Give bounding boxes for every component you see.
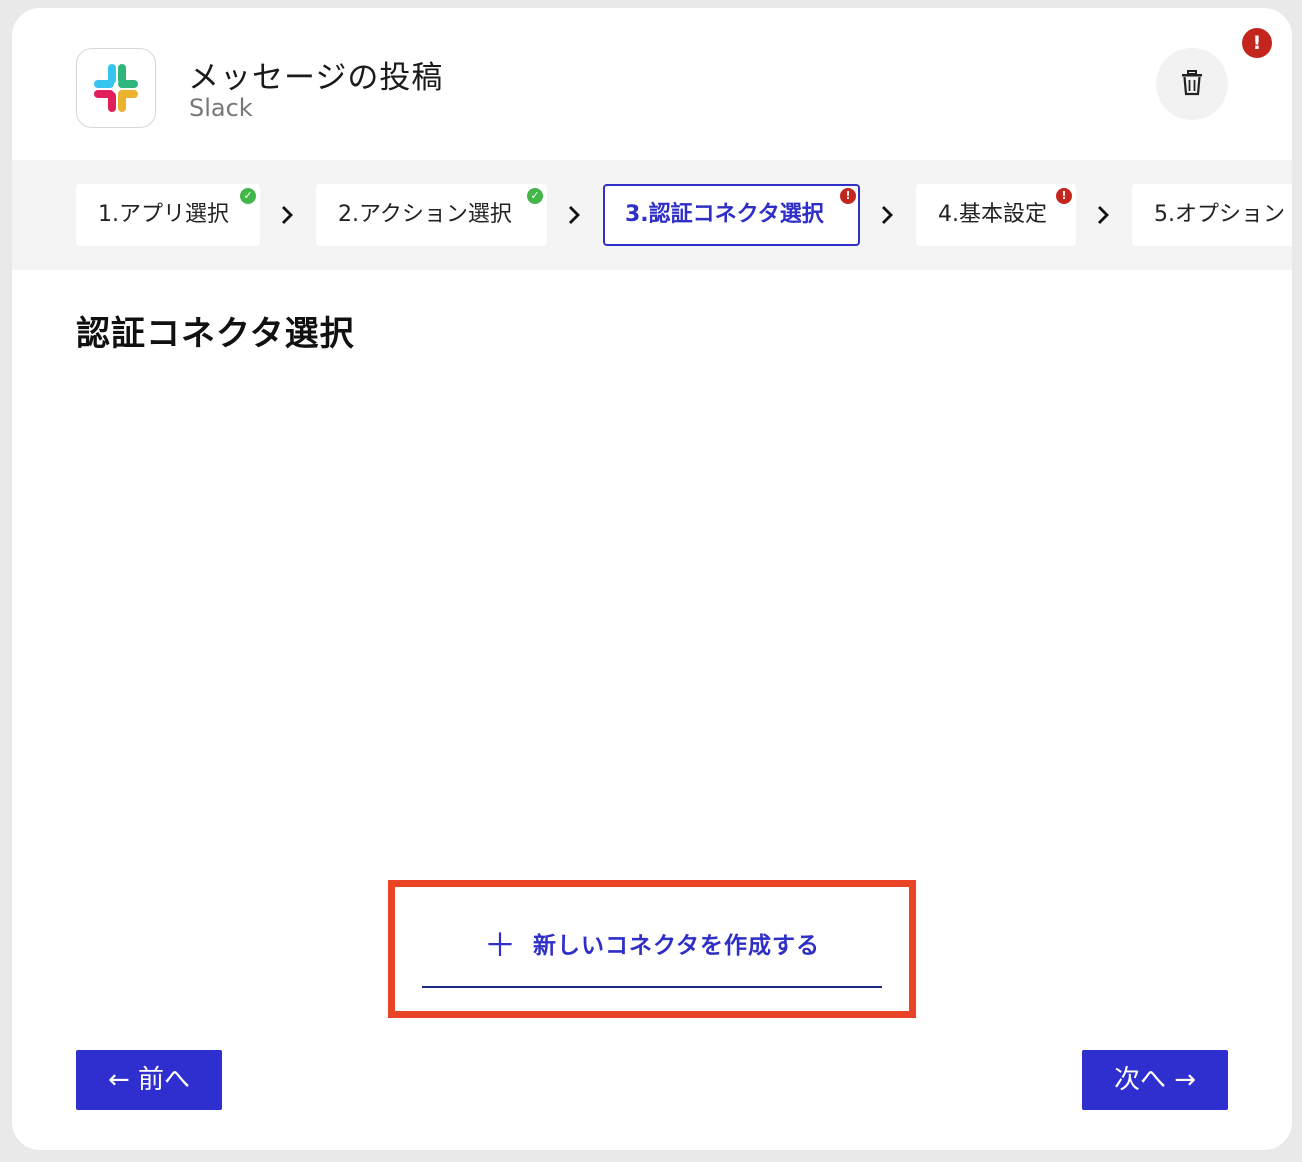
trash-icon	[1182, 70, 1202, 96]
step-label: 5.オプション	[1154, 202, 1285, 227]
error-alert-icon[interactable]: !	[1242, 28, 1272, 58]
create-connector-button[interactable]: ＋ 新しいコネクタを作成する	[422, 910, 882, 988]
chevron-right-icon	[1098, 206, 1109, 224]
step-action-select[interactable]: 2.アクション選択 ✓	[316, 184, 547, 246]
step-label: 2.アクション選択	[338, 202, 512, 227]
step-label: 3.認証コネクタ選択	[625, 202, 824, 227]
step-label: 4.基本設定	[938, 202, 1047, 227]
step-navigation: 1.アプリ選択 ✓ 2.アクション選択 ✓ 3.認証コネクタ選択 ! 4.基本設…	[12, 160, 1292, 270]
section-title: 認証コネクタ選択	[76, 314, 355, 354]
slack-logo-icon	[76, 48, 156, 128]
step-options[interactable]: 5.オプション	[1132, 184, 1292, 246]
app-name: Slack	[189, 94, 253, 122]
chevron-right-icon	[282, 206, 293, 224]
exclamation-icon: !	[840, 188, 856, 204]
check-icon: ✓	[527, 188, 543, 204]
exclamation-icon: !	[1056, 188, 1072, 204]
previous-button[interactable]: ← 前へ	[76, 1050, 222, 1110]
delete-button[interactable]	[1156, 48, 1228, 120]
action-title: メッセージの投稿	[188, 60, 444, 96]
step-connector-select[interactable]: 3.認証コネクタ選択 !	[603, 184, 860, 246]
step-app-select[interactable]: 1.アプリ選択 ✓	[76, 184, 260, 246]
action-config-card: メッセージの投稿 Slack ! 1.アプリ選択 ✓ 2.アクション選択 ✓ 3…	[12, 8, 1292, 1150]
check-icon: ✓	[240, 188, 256, 204]
plus-icon: ＋	[483, 926, 517, 964]
create-connector-label: 新しいコネクタを作成する	[532, 933, 821, 959]
next-button[interactable]: 次へ →	[1082, 1050, 1228, 1110]
step-label: 1.アプリ選択	[98, 202, 229, 227]
step-basic-settings[interactable]: 4.基本設定 !	[916, 184, 1076, 246]
chevron-right-icon	[569, 206, 580, 224]
chevron-right-icon	[882, 206, 893, 224]
